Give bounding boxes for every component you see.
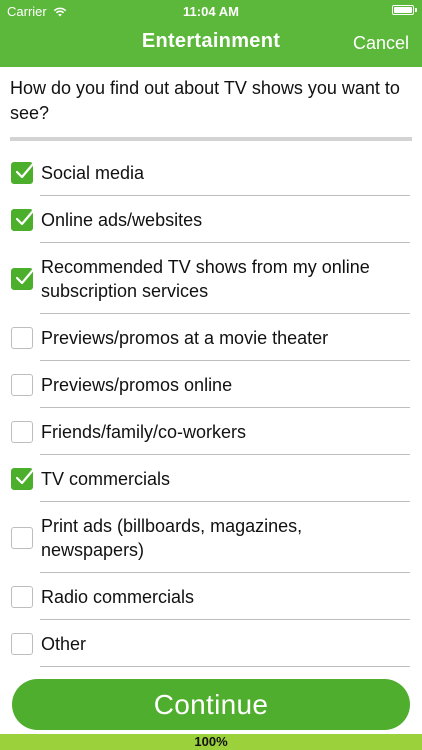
divider	[40, 666, 410, 667]
option-other[interactable]: Other	[0, 620, 422, 667]
checkbox[interactable]	[11, 373, 33, 396]
option-label: TV commercials	[41, 468, 171, 489]
checkmark-icon	[15, 162, 35, 178]
option-list: Social media Online ads/websites Recomme…	[0, 149, 422, 667]
option-label: Previews/promos at a movie theater	[41, 327, 329, 348]
checkbox[interactable]	[11, 632, 33, 655]
option-print-ads[interactable]: Print ads (billboards, magazines, newspa…	[0, 502, 422, 573]
nav-bar: Entertainment Cancel	[0, 22, 422, 67]
option-online-ads[interactable]: Online ads/websites	[0, 196, 422, 243]
checkmark-icon	[15, 268, 35, 284]
option-label: Recommended TV shows from my online subs…	[41, 256, 370, 301]
progress-label: 100%	[194, 734, 228, 749]
checkbox[interactable]	[11, 526, 33, 549]
option-label: Social media	[41, 162, 145, 183]
option-label: Online ads/websites	[41, 209, 203, 230]
checkbox[interactable]	[11, 267, 35, 290]
checkbox[interactable]	[11, 326, 33, 349]
checkbox[interactable]	[11, 208, 35, 231]
option-tv-commercials[interactable]: TV commercials	[0, 455, 422, 502]
option-previews-theater[interactable]: Previews/promos at a movie theater	[0, 314, 422, 361]
question-divider	[10, 137, 412, 141]
checkbox[interactable]	[11, 467, 35, 490]
option-label: Print ads (billboards, magazines, newspa…	[41, 515, 303, 560]
clock: 11:04 AM	[183, 4, 239, 19]
option-social-media[interactable]: Social media	[0, 149, 422, 196]
cancel-button[interactable]: Cancel	[353, 33, 409, 54]
continue-button[interactable]: Continue	[12, 679, 410, 730]
option-friends-family[interactable]: Friends/family/co-workers	[0, 408, 422, 455]
battery-icon	[392, 5, 417, 15]
checkbox[interactable]	[11, 585, 33, 608]
option-radio-commercials[interactable]: Radio commercials	[0, 573, 422, 620]
progress-bar: 100%	[0, 734, 422, 750]
checkmark-icon	[15, 468, 35, 484]
option-previews-online[interactable]: Previews/promos online	[0, 361, 422, 408]
option-label: Radio commercials	[41, 586, 195, 607]
header: Carrier 11:04 AM Entertainment Cancel	[0, 0, 422, 67]
checkbox[interactable]	[11, 161, 35, 184]
checkbox[interactable]	[11, 420, 33, 443]
checkmark-icon	[15, 209, 35, 225]
option-recommended-tv[interactable]: Recommended TV shows from my online subs…	[0, 243, 422, 314]
option-label: Previews/promos online	[41, 374, 233, 395]
option-label: Other	[41, 633, 87, 654]
status-bar: Carrier 11:04 AM	[0, 0, 422, 22]
option-label: Friends/family/co-workers	[41, 421, 247, 442]
question-text: How do you find out about TV shows you w…	[10, 78, 400, 123]
